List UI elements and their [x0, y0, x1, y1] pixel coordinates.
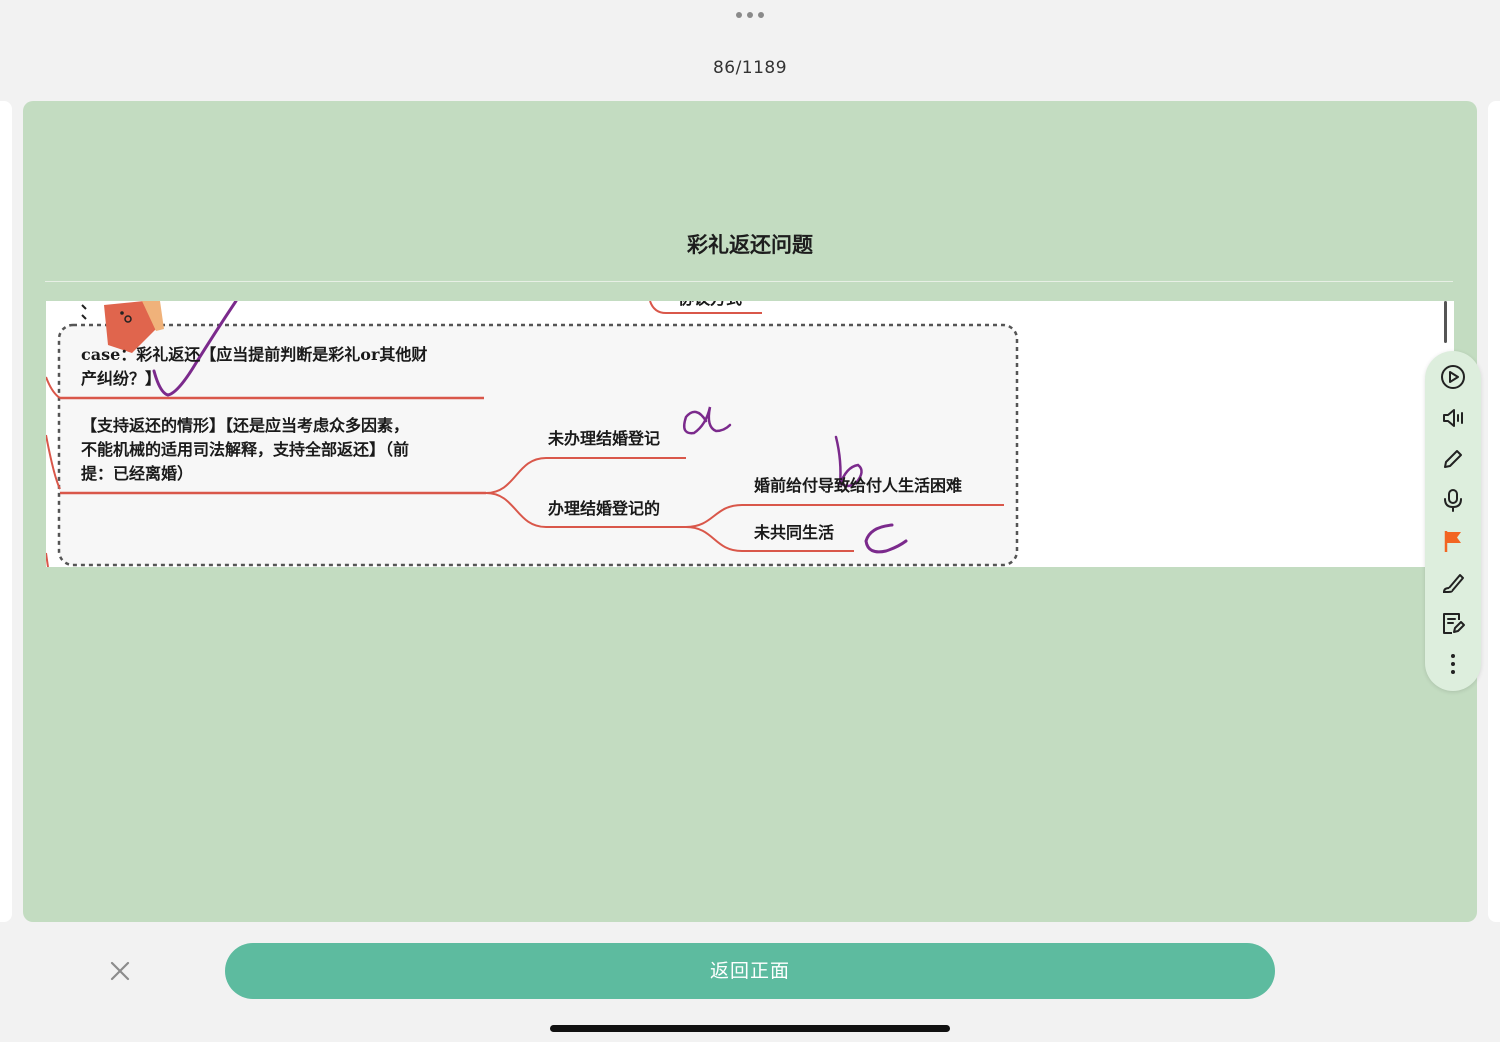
more-dots-icon[interactable] — [736, 10, 764, 20]
branch-not-registered: 未办理结婚登记 — [548, 429, 661, 448]
left-branch-line — [46, 376, 61, 399]
play-icon[interactable] — [1439, 363, 1467, 391]
next-card-edge — [1488, 101, 1500, 922]
flashcard-back: 彩礼返还问题 case：彩礼返还【应当提前判断是彩礼or其他财 产纠纷？】 【支… — [23, 101, 1477, 922]
scroll-indicator[interactable] — [1444, 301, 1447, 343]
branch-registered: 办理结婚登记的 — [548, 499, 661, 518]
more-vertical-icon[interactable] — [1439, 650, 1467, 678]
microphone-icon[interactable] — [1439, 486, 1467, 514]
close-icon[interactable] — [104, 955, 136, 987]
card-title: 彩礼返还问题 — [687, 233, 813, 257]
side-toolbar — [1425, 351, 1481, 691]
prev-card-edge — [0, 101, 12, 922]
case-node-line: case：彩礼返还【应当提前判断是彩礼or其他财 — [81, 345, 428, 364]
partial-top-label: 协议方式 — [678, 301, 742, 311]
speaker-icon[interactable] — [1439, 404, 1467, 432]
brush-icon[interactable] — [1439, 568, 1467, 596]
left-branch-line — [46, 552, 49, 567]
support-node-line: 不能机械的适用司法解释，支持全部返还】（前 — [81, 440, 410, 459]
sub-not-cohabited: 未共同生活 — [754, 523, 835, 542]
sub-hardship: 婚前给付导致给付人生活困难 — [754, 476, 963, 495]
mindmap-image: 协议方式 case：彩礼返还【应当提前判断是彩礼or其他财 产纠纷？】 【支持返… — [46, 301, 1454, 567]
case-node-line: 产纠纷？】 — [81, 369, 162, 388]
home-indicator — [550, 1025, 950, 1032]
pencil-icon[interactable] — [1439, 445, 1467, 473]
page-counter: 86/1189 — [712, 58, 788, 78]
back-to-front-button[interactable]: 返回正面 — [225, 943, 1275, 999]
support-node-line: 提：已经离婚） — [81, 464, 194, 483]
flag-icon[interactable] — [1439, 527, 1467, 555]
edit-note-icon[interactable] — [1439, 609, 1467, 637]
support-node-line: 【支持返还的情形】【还是应当考虑众多因素， — [81, 416, 410, 435]
title-divider — [45, 281, 1453, 282]
